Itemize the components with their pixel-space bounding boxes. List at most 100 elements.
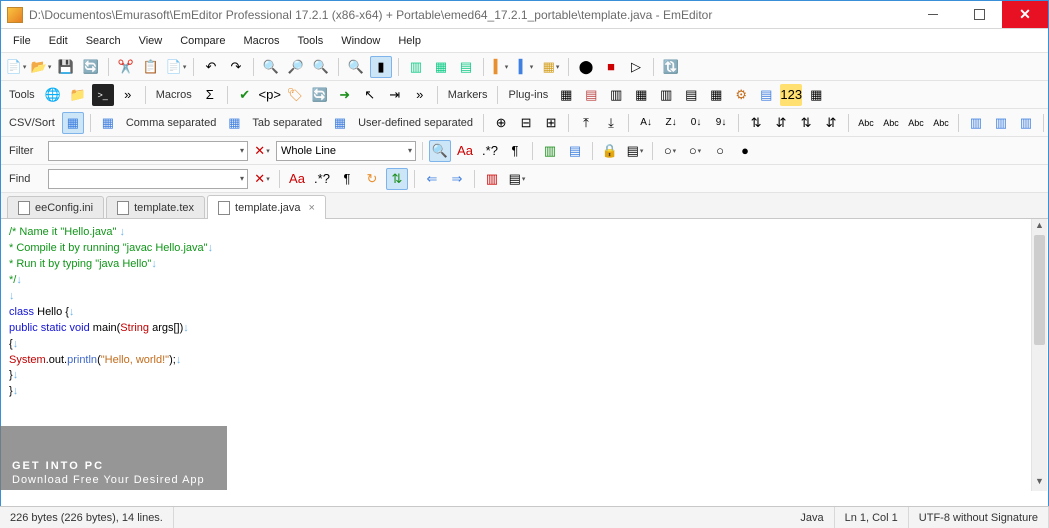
find-x-button[interactable]: ✕	[251, 168, 273, 190]
plugin5-icon[interactable]: ▥	[655, 84, 677, 106]
expand2-icon[interactable]: »	[409, 84, 431, 106]
filter-o4[interactable]: ●	[734, 140, 756, 162]
refresh-button[interactable]: 🔄	[80, 56, 102, 78]
ie-icon[interactable]: 🌐	[42, 84, 64, 106]
plugin10-icon[interactable]: 123	[780, 84, 802, 106]
find-word-icon[interactable]: ¶	[336, 168, 358, 190]
plugin2-icon[interactable]: ▤	[580, 84, 602, 106]
sort-a[interactable]: A↓	[635, 112, 657, 134]
find-prev-button[interactable]: 🔎	[285, 56, 307, 78]
bookmark-button[interactable]: ▍	[490, 56, 512, 78]
menu-tools[interactable]: Tools	[290, 32, 332, 50]
tab-label[interactable]: Tab separated	[248, 117, 326, 129]
menu-search[interactable]: Search	[78, 32, 129, 50]
bookmark2-button[interactable]: ▍	[515, 56, 537, 78]
zoom-button[interactable]: 🔍	[345, 56, 367, 78]
csv-t5[interactable]: ⤓	[600, 112, 622, 134]
sigma-icon[interactable]: Σ	[199, 84, 221, 106]
find-case-icon[interactable]: Aa	[286, 168, 308, 190]
config-button[interactable]: ▦	[540, 56, 562, 78]
plugin8-icon[interactable]: ⚙	[730, 84, 752, 106]
col1[interactable]: ▥	[965, 112, 987, 134]
macro-stop-button[interactable]: ■	[600, 56, 622, 78]
sort-9[interactable]: 9↓	[710, 112, 732, 134]
plugin4-icon[interactable]: ▦	[630, 84, 652, 106]
tag-icon[interactable]: <p>	[259, 84, 281, 106]
macro-rec-button[interactable]: ⬤	[575, 56, 597, 78]
save-button[interactable]: 💾	[55, 56, 77, 78]
sort-d4[interactable]: ⇵	[820, 112, 842, 134]
tab-eeconfig[interactable]: eeConfig.ini	[7, 196, 104, 218]
plugin1-icon[interactable]: ▦	[555, 84, 577, 106]
filter-case-icon[interactable]: Aa	[454, 140, 476, 162]
plugin3-icon[interactable]: ▥	[605, 84, 627, 106]
refresh2-button[interactable]: 🔃	[660, 56, 682, 78]
cut-button[interactable]: ✂️	[115, 56, 137, 78]
cmd-icon[interactable]: >_	[92, 84, 114, 106]
find-files-button[interactable]: 🔍	[310, 56, 332, 78]
scroll-thumb[interactable]	[1034, 235, 1045, 345]
minimize-button[interactable]	[910, 1, 956, 28]
menu-file[interactable]: File	[5, 32, 39, 50]
undo-button[interactable]: ↶	[200, 56, 222, 78]
paste-button[interactable]: 📄	[165, 56, 187, 78]
expand-icon[interactable]: »	[117, 84, 139, 106]
filter-o3[interactable]: ○	[709, 140, 731, 162]
refresh3-icon[interactable]: 🔄	[309, 84, 331, 106]
filter-o2[interactable]: ○	[684, 140, 706, 162]
filter-x-button[interactable]: ✕	[251, 140, 273, 162]
filter-o1[interactable]: ○	[659, 140, 681, 162]
maximize-button[interactable]	[956, 1, 1002, 28]
macro-play-button[interactable]: ▷	[625, 56, 647, 78]
tab-close-icon[interactable]: ×	[308, 202, 314, 214]
plugin6-icon[interactable]: ▤	[680, 84, 702, 106]
plugin7-icon[interactable]: ▦	[705, 84, 727, 106]
sort-d3[interactable]: ⇅	[795, 112, 817, 134]
menu-macros[interactable]: Macros	[235, 32, 287, 50]
output-button[interactable]: ▤	[455, 56, 477, 78]
highlight-button[interactable]: ▮	[370, 56, 392, 78]
open-file-button[interactable]: 📂	[30, 56, 52, 78]
scroll-down-icon[interactable]: ▼	[1032, 475, 1047, 491]
csv-user-icon[interactable]: ▦	[329, 112, 351, 134]
plugin9-icon[interactable]: ▤	[755, 84, 777, 106]
find-wrap-icon[interactable]: ↻	[361, 168, 383, 190]
goto-icon[interactable]: ⇥	[384, 84, 406, 106]
vertical-scrollbar[interactable]: ▲ ▼	[1031, 219, 1047, 491]
sort-ab1[interactable]: Abc	[855, 112, 877, 134]
tab-templatejava[interactable]: template.java×	[207, 195, 326, 219]
filter-regex-icon[interactable]: .*?	[479, 140, 501, 162]
find-combo[interactable]	[48, 169, 248, 189]
filter-more-icon[interactable]: ▤	[624, 140, 646, 162]
find-prev-icon[interactable]: ⇐	[421, 168, 443, 190]
csv-tab-icon[interactable]: ▦	[223, 112, 245, 134]
col2[interactable]: ▥	[990, 112, 1012, 134]
new-file-button[interactable]: 📄	[5, 56, 27, 78]
tab-templatetex[interactable]: template.tex	[106, 196, 205, 218]
sort-ab2[interactable]: Abc	[880, 112, 902, 134]
sort-ab4[interactable]: Abc	[930, 112, 952, 134]
sort-ab3[interactable]: Abc	[905, 112, 927, 134]
explorer-icon[interactable]: 📁	[67, 84, 89, 106]
window-button[interactable]: ▥	[405, 56, 427, 78]
tag2-icon[interactable]: 🏷	[284, 84, 306, 106]
filter-neg-icon[interactable]: ▥	[539, 140, 561, 162]
filter-scope-combo[interactable]: Whole Line	[276, 141, 416, 161]
col3[interactable]: ▥	[1015, 112, 1037, 134]
csv-t1[interactable]: ⊕	[490, 112, 512, 134]
find-next-icon[interactable]: ⇒	[446, 168, 468, 190]
sort-1[interactable]: 0↓	[685, 112, 707, 134]
filter-combo[interactable]	[48, 141, 248, 161]
csv-t2[interactable]: ⊟	[515, 112, 537, 134]
menu-help[interactable]: Help	[390, 32, 429, 50]
filter-b2-icon[interactable]: ▤	[564, 140, 586, 162]
go-icon[interactable]: ➜	[334, 84, 356, 106]
lock-icon[interactable]: 🔒	[599, 140, 621, 162]
scroll-up-icon[interactable]: ▲	[1032, 219, 1047, 235]
find-all-icon[interactable]: ▥	[481, 168, 503, 190]
csv-t4[interactable]: ⤒	[575, 112, 597, 134]
close-button[interactable]: ✕	[1002, 1, 1048, 28]
user-label[interactable]: User-defined separated	[354, 117, 477, 129]
find-regex-icon[interactable]: .*?	[311, 168, 333, 190]
comma-label[interactable]: Comma separated	[122, 117, 221, 129]
